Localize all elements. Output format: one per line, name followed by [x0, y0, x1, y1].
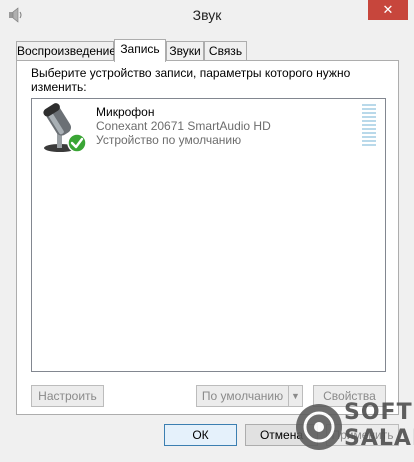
level-bar: [362, 120, 376, 122]
level-bar: [362, 132, 376, 134]
window-title: Звук: [192, 7, 222, 23]
level-bar: [362, 116, 376, 118]
level-bar: [362, 128, 376, 130]
tab-communications[interactable]: Связь: [204, 41, 247, 61]
microphone-icon: [43, 103, 87, 153]
close-button[interactable]: ✕: [368, 0, 408, 20]
watermark-line1: SOFT: [344, 400, 413, 425]
watermark-logo-icon: [296, 404, 342, 450]
level-bar: [362, 140, 376, 142]
level-bar: [362, 124, 376, 126]
softsalad-watermark: SOFT SALAD: [296, 400, 414, 456]
title-bar[interactable]: Звук ✕: [0, 0, 414, 30]
device-status: Устройство по умолчанию: [96, 133, 242, 147]
level-bar: [362, 108, 376, 110]
close-icon: ✕: [382, 2, 394, 17]
recording-panel: Выберите устройство записи, параметры ко…: [16, 60, 399, 415]
device-name: Микрофон: [96, 105, 155, 119]
level-bar: [362, 104, 376, 106]
tab-recording[interactable]: Запись: [114, 39, 166, 62]
watermark-line2: SALAD: [344, 426, 414, 451]
device-list[interactable]: Микрофон Conexant 20671 SmartAudio HD Ус…: [31, 98, 386, 372]
level-bar: [362, 136, 376, 138]
device-item-microphone[interactable]: Микрофон Conexant 20671 SmartAudio HD Ус…: [36, 102, 381, 158]
configure-button[interactable]: Настроить: [31, 385, 104, 407]
level-meter: [362, 104, 376, 146]
tab-sounds[interactable]: Звуки: [166, 41, 204, 61]
set-default-button[interactable]: По умолчанию: [196, 385, 289, 407]
check-icon: [67, 133, 87, 153]
tab-playback[interactable]: Воспроизведение: [16, 41, 116, 61]
level-bar: [362, 112, 376, 114]
level-bar: [362, 144, 376, 146]
instruction-text: Выберите устройство записи, параметры ко…: [31, 66, 351, 94]
device-description: Conexant 20671 SmartAudio HD: [96, 119, 271, 133]
sound-dialog: Звук ✕ Воспроизведение Запись Звуки Связ…: [0, 0, 414, 462]
ok-button[interactable]: ОК: [164, 424, 237, 446]
